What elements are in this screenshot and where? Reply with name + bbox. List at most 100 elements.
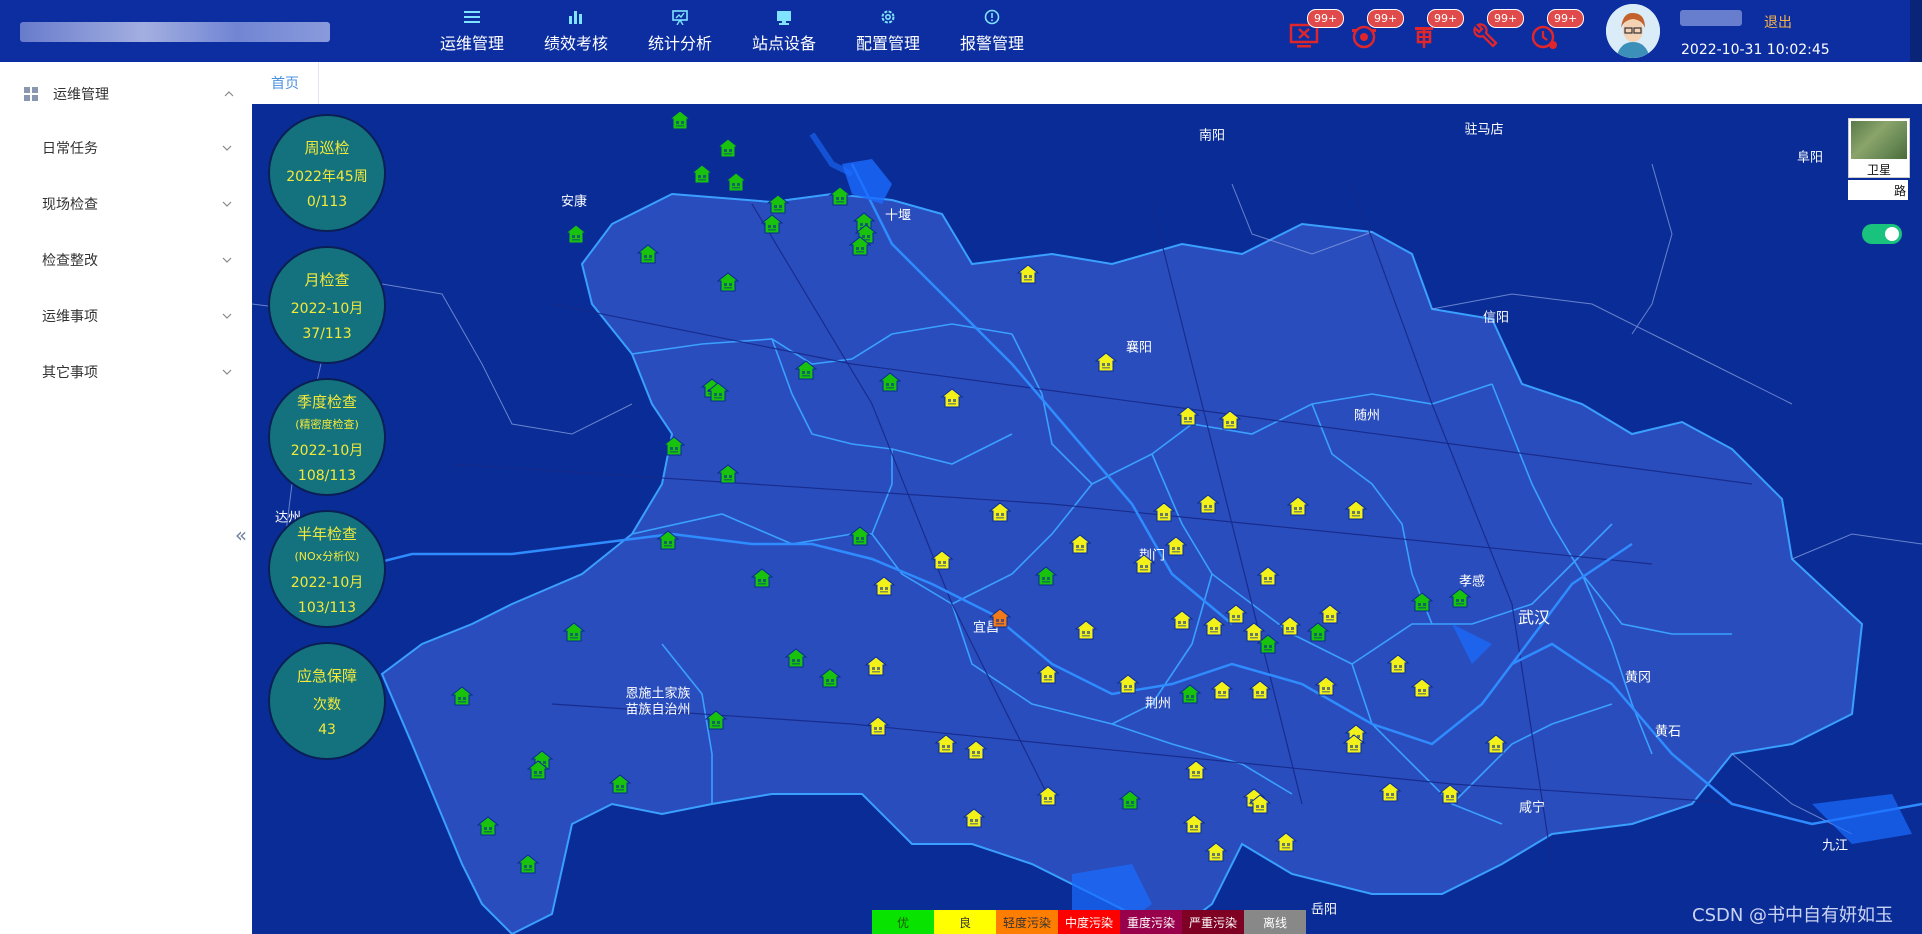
station-marker[interactable] <box>716 272 740 292</box>
station-marker[interactable] <box>1256 634 1280 654</box>
station-marker[interactable] <box>1132 554 1156 574</box>
stat-quarterly-inspection[interactable]: 季度检查 (精密度检查) 2022-10月 108/113 <box>268 378 386 496</box>
station-marker[interactable] <box>1068 534 1092 554</box>
station-marker[interactable] <box>1314 676 1338 696</box>
nav-item-performance[interactable]: 绩效考核 <box>524 6 628 56</box>
alert-clock[interactable]: 99+ <box>1525 6 1585 54</box>
station-marker[interactable] <box>1184 760 1208 780</box>
station-marker[interactable] <box>848 236 872 256</box>
sidebar-group-ops[interactable]: 运维管理 <box>24 82 234 106</box>
station-marker[interactable] <box>476 816 500 836</box>
station-marker[interactable] <box>1286 496 1310 516</box>
station-marker[interactable] <box>1074 620 1098 640</box>
station-marker[interactable] <box>564 224 588 244</box>
road-layer-button[interactable]: 路 <box>1848 180 1908 200</box>
station-marker[interactable] <box>1248 680 1272 700</box>
station-marker[interactable] <box>1386 654 1410 674</box>
tab-home[interactable]: 首页 <box>252 62 319 104</box>
sidebar-item-other-matters[interactable]: 其它事项 <box>42 360 232 384</box>
station-marker[interactable] <box>750 568 774 588</box>
station-marker[interactable] <box>1210 680 1234 700</box>
station-marker[interactable] <box>1196 494 1220 514</box>
station-marker[interactable] <box>668 110 692 130</box>
alert-camera[interactable]: 99+ <box>1345 6 1405 54</box>
station-marker[interactable] <box>706 382 730 402</box>
station-marker[interactable] <box>1218 410 1242 430</box>
station-marker[interactable] <box>1484 734 1508 754</box>
station-marker[interactable] <box>1116 674 1140 694</box>
station-marker[interactable] <box>964 740 988 760</box>
station-marker[interactable] <box>864 656 888 676</box>
station-marker[interactable] <box>760 214 784 234</box>
nav-item-config[interactable]: 配置管理 <box>836 6 940 56</box>
station-marker[interactable] <box>1182 814 1206 834</box>
sidebar-item-site-inspection[interactable]: 现场检查 <box>42 192 232 216</box>
station-marker[interactable] <box>656 530 680 550</box>
collapse-sidebar-icon[interactable]: « <box>230 523 252 547</box>
station-marker[interactable] <box>1378 782 1402 802</box>
station-marker[interactable] <box>930 550 954 570</box>
station-marker[interactable] <box>608 774 632 794</box>
avatar[interactable] <box>1606 4 1660 58</box>
station-marker[interactable] <box>1438 784 1462 804</box>
station-marker[interactable] <box>1410 678 1434 698</box>
station-marker[interactable] <box>1176 406 1200 426</box>
station-marker[interactable] <box>1256 566 1280 586</box>
station-marker[interactable] <box>866 716 890 736</box>
station-marker[interactable] <box>940 388 964 408</box>
station-marker[interactable] <box>848 526 872 546</box>
station-marker[interactable] <box>872 576 896 596</box>
station-marker[interactable] <box>1178 684 1202 704</box>
station-marker[interactable] <box>828 186 852 206</box>
stat-monthly-inspection[interactable]: 月检查 2022-10月 37/113 <box>268 246 386 364</box>
station-marker[interactable] <box>784 648 808 668</box>
station-marker[interactable] <box>662 436 686 456</box>
station-marker[interactable] <box>818 668 842 688</box>
station-marker[interactable] <box>690 164 714 184</box>
station-marker[interactable] <box>1016 264 1040 284</box>
station-marker[interactable] <box>716 138 740 158</box>
nav-item-statistics[interactable]: 统计分析 <box>628 6 732 56</box>
nav-item-alarm[interactable]: 报警管理 <box>940 6 1044 56</box>
station-marker[interactable] <box>1342 734 1366 754</box>
nav-item-ops[interactable]: 运维管理 <box>420 6 524 56</box>
station-marker[interactable] <box>724 172 748 192</box>
station-marker[interactable] <box>1248 794 1272 814</box>
alert-audit[interactable]: 99+ <box>1405 6 1465 54</box>
station-marker[interactable] <box>766 194 790 214</box>
station-marker[interactable] <box>794 360 818 380</box>
station-marker[interactable] <box>962 808 986 828</box>
station-marker[interactable] <box>1118 790 1142 810</box>
station-marker[interactable] <box>988 502 1012 522</box>
station-marker[interactable] <box>636 244 660 264</box>
station-marker[interactable] <box>450 686 474 706</box>
station-marker[interactable] <box>1094 352 1118 372</box>
station-marker[interactable] <box>526 760 550 780</box>
sidebar-item-daily-tasks[interactable]: 日常任务 <box>42 136 232 160</box>
station-marker[interactable] <box>1410 592 1434 612</box>
map-toggle-switch[interactable] <box>1862 224 1902 244</box>
station-marker[interactable] <box>1034 566 1058 586</box>
station-marker[interactable] <box>1274 832 1298 852</box>
station-marker[interactable] <box>1036 664 1060 684</box>
station-marker[interactable] <box>1202 616 1226 636</box>
station-marker[interactable] <box>1170 610 1194 630</box>
station-marker[interactable] <box>704 710 728 730</box>
station-marker[interactable] <box>1164 536 1188 556</box>
station-marker[interactable] <box>516 854 540 874</box>
satellite-layer-button[interactable]: 卫星 <box>1848 118 1910 178</box>
station-marker[interactable] <box>1344 500 1368 520</box>
stat-weekly-inspection[interactable]: 周巡检 2022年45周 0/113 <box>268 114 386 232</box>
station-marker[interactable] <box>1318 604 1342 624</box>
stat-emergency-support[interactable]: 应急保障 次数 43 <box>268 642 386 760</box>
alert-monitor[interactable]: 99+ <box>1285 6 1345 54</box>
station-marker[interactable] <box>1306 622 1330 642</box>
stat-halfyear-inspection[interactable]: 半年检查 (NOx分析仪) 2022-10月 103/113 <box>268 510 386 628</box>
station-marker[interactable] <box>1036 786 1060 806</box>
station-marker[interactable] <box>1152 502 1176 522</box>
station-marker[interactable] <box>562 622 586 642</box>
nav-item-site-devices[interactable]: 站点设备 <box>732 6 836 56</box>
sidebar-item-ops-matters[interactable]: 运维事项 <box>42 304 232 328</box>
station-marker[interactable] <box>1278 616 1302 636</box>
station-marker[interactable] <box>1448 588 1472 608</box>
